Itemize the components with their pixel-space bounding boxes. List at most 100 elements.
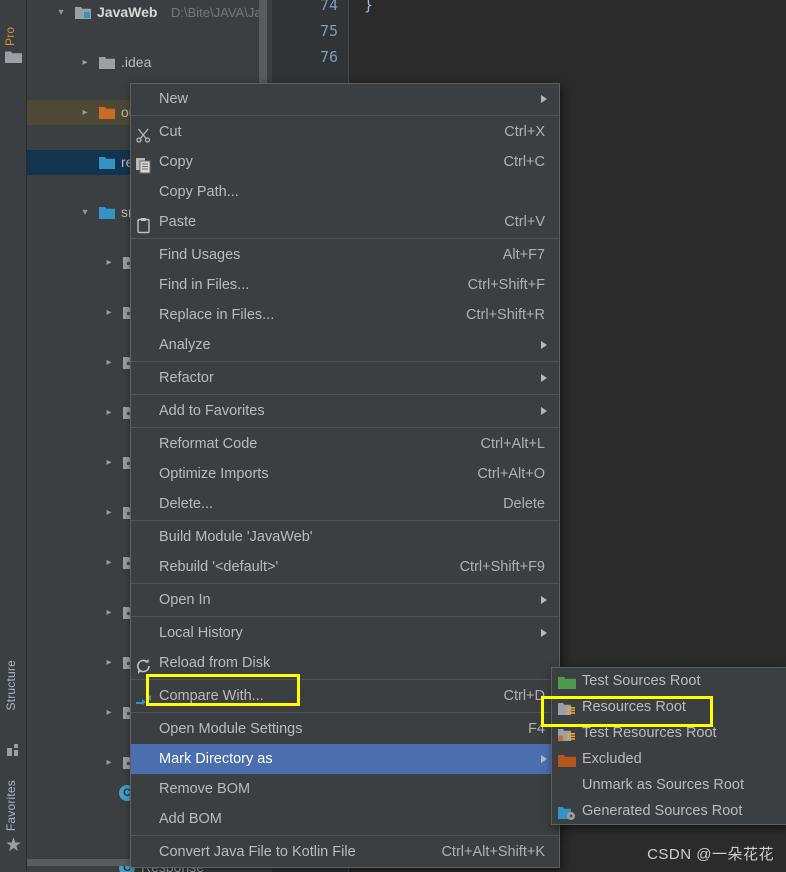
menu-item-copy-path[interactable]: Copy Path... xyxy=(131,177,559,207)
menu-item-accelerator: Ctrl+D xyxy=(503,688,546,704)
menu-item-label: Add BOM xyxy=(159,811,222,827)
clipboard-icon xyxy=(135,214,152,234)
menu-item-delete[interactable]: Delete... Delete xyxy=(131,489,559,519)
submenu-item-generated-sources-root[interactable]: Generated Sources Root xyxy=(552,798,786,824)
mark-directory-as-submenu[interactable]: Test Sources Root Resources Root Test Reso… xyxy=(551,667,786,825)
menu-item-copy[interactable]: Copy Ctrl+C xyxy=(131,147,559,177)
tree-row-idea[interactable]: ▸ .idea xyxy=(27,50,272,75)
menu-item-find-usages[interactable]: Find Usages Alt+F7 xyxy=(131,240,559,270)
menu-item-local-history[interactable]: Local History xyxy=(131,618,559,648)
chevron-right-icon[interactable]: ▸ xyxy=(103,750,115,775)
menu-item-cut[interactable]: Cut Ctrl+X xyxy=(131,117,559,147)
menu-item-new[interactable]: New xyxy=(131,84,559,114)
tool-tab-favorites[interactable]: Favorites xyxy=(4,780,18,831)
folder-orange-icon xyxy=(99,107,115,119)
menu-item-accelerator: Ctrl+Shift+R xyxy=(466,307,545,323)
submenu-item-label: Unmark as Sources Root xyxy=(582,777,744,793)
tree-item-label: .idea xyxy=(121,54,152,70)
chevron-right-icon[interactable]: ▸ xyxy=(103,350,115,375)
menu-item-label: New xyxy=(159,91,189,107)
menu-item-rebuild-default[interactable]: Rebuild '<default>' Ctrl+Shift+F9 xyxy=(131,552,559,582)
submenu-item-label: Excluded xyxy=(582,751,642,767)
tool-tab-structure[interactable]: Structure xyxy=(4,660,18,711)
submenu-item-excluded[interactable]: Excluded xyxy=(552,746,786,772)
menu-item-label: Compare With... xyxy=(159,688,264,704)
menu-separator xyxy=(131,115,559,116)
submenu-item-test-resources-root[interactable]: Test Resources Root xyxy=(552,720,786,746)
menu-item-label: Open Module Settings xyxy=(159,721,303,737)
menu-item-mark-directory-as[interactable]: Mark Directory as xyxy=(131,744,559,774)
menu-item-open-module-settings[interactable]: Open Module Settings F4 xyxy=(131,714,559,744)
chevron-right-icon[interactable]: ▸ xyxy=(103,300,115,325)
chevron-right-icon[interactable]: ▸ xyxy=(79,100,91,125)
chevron-right-icon[interactable]: ▸ xyxy=(103,500,115,525)
menu-item-label: Rebuild '<default>' xyxy=(159,559,279,575)
menu-separator xyxy=(131,361,559,362)
scissors-icon xyxy=(135,124,152,143)
chevron-right-icon[interactable]: ▸ xyxy=(103,700,115,725)
menu-item-remove-bom[interactable]: Remove BOM xyxy=(131,774,559,804)
menu-item-optimize-imports[interactable]: Optimize Imports Ctrl+Alt+O xyxy=(131,459,559,489)
menu-separator xyxy=(131,583,559,584)
chevron-right-icon[interactable]: ▸ xyxy=(103,600,115,625)
menu-item-accelerator: Ctrl+Alt+Shift+K xyxy=(441,844,545,860)
menu-item-reformat-code[interactable]: Reformat Code Ctrl+Alt+L xyxy=(131,429,559,459)
line-number: 74 xyxy=(319,0,338,14)
module-folder-icon xyxy=(75,7,91,19)
menu-item-find-in-files[interactable]: Find in Files... Ctrl+Shift+F xyxy=(131,270,559,300)
chevron-right-icon[interactable]: ▸ xyxy=(79,50,91,75)
submenu-item-label: Test Resources Root xyxy=(582,725,717,741)
menu-item-compare-with[interactable]: Compare With... Ctrl+D xyxy=(131,681,559,711)
menu-item-replace-in-files[interactable]: Replace in Files... Ctrl+Shift+R xyxy=(131,300,559,330)
menu-item-add-bom[interactable]: Add BOM xyxy=(131,804,559,834)
chevron-right-icon xyxy=(541,596,547,604)
chevron-down-icon[interactable]: ▾ xyxy=(55,0,67,25)
star-icon: ★ xyxy=(5,835,23,856)
menu-item-refactor[interactable]: Refactor xyxy=(131,363,559,393)
menu-separator xyxy=(131,520,559,521)
submenu-item-unmark-as-sources-root[interactable]: Unmark as Sources Root xyxy=(552,772,786,798)
menu-item-label: Local History xyxy=(159,625,243,641)
folder-gray-icon xyxy=(99,57,115,69)
folder-blue-icon xyxy=(99,157,115,169)
menu-item-label: Analyze xyxy=(159,337,211,353)
submenu-item-test-sources-root[interactable]: Test Sources Root xyxy=(552,668,786,694)
menu-separator xyxy=(131,427,559,428)
menu-item-reload-from-disk[interactable]: Reload from Disk xyxy=(131,648,559,678)
watermark: CSDN @一朵花花 xyxy=(647,846,774,863)
chevron-right-icon[interactable]: ▸ xyxy=(103,250,115,275)
tree-row-root[interactable]: ▾ JavaWeb D:\Bite\JAVA\Ja xyxy=(27,0,272,25)
folder-resources-icon xyxy=(558,699,576,715)
menu-item-convert-java-file-to-kotlin-file[interactable]: Convert Java File to Kotlin File Ctrl+Alt… xyxy=(131,837,559,867)
menu-item-label: Copy Path... xyxy=(159,184,239,200)
tool-window-strip: Pro Structure Favorites ★ xyxy=(0,0,27,872)
chevron-right-icon[interactable]: ▸ xyxy=(103,450,115,475)
menu-separator xyxy=(131,835,559,836)
menu-item-label: Open In xyxy=(159,592,211,608)
menu-item-label: Reload from Disk xyxy=(159,655,271,671)
menu-item-build-module-javaweb[interactable]: Build Module 'JavaWeb' xyxy=(131,522,559,552)
menu-separator xyxy=(131,679,559,680)
menu-item-label: Replace in Files... xyxy=(159,307,275,323)
menu-item-add-to-favorites[interactable]: Add to Favorites xyxy=(131,396,559,426)
context-menu[interactable]: New Cut Ctrl+X Copy Ctrl+C Copy Path... Paste C… xyxy=(130,83,560,868)
menu-item-paste[interactable]: Paste Ctrl+V xyxy=(131,207,559,237)
chevron-right-icon[interactable]: ▸ xyxy=(103,550,115,575)
code-text: } xyxy=(364,0,374,14)
tree-root-path: D:\Bite\JAVA\Ja xyxy=(171,5,262,20)
submenu-item-resources-root[interactable]: Resources Root xyxy=(552,694,786,720)
tree-horizontal-scrollbar[interactable] xyxy=(27,859,137,866)
chevron-right-icon[interactable]: ▸ xyxy=(103,400,115,425)
copy-icon xyxy=(135,154,152,174)
menu-item-open-in[interactable]: Open In xyxy=(131,585,559,615)
chevron-right-icon xyxy=(541,629,547,637)
tool-tab-project[interactable]: Pro xyxy=(3,2,17,46)
chevron-right-icon xyxy=(541,341,547,349)
chevron-right-icon[interactable]: ▸ xyxy=(103,650,115,675)
chevron-down-icon[interactable]: ▾ xyxy=(79,200,91,225)
menu-item-accelerator: Delete xyxy=(503,496,545,512)
menu-item-analyze[interactable]: Analyze xyxy=(131,330,559,360)
menu-item-label: Convert Java File to Kotlin File xyxy=(159,844,356,860)
menu-separator xyxy=(131,616,559,617)
folder-test-resources-icon xyxy=(557,725,576,741)
